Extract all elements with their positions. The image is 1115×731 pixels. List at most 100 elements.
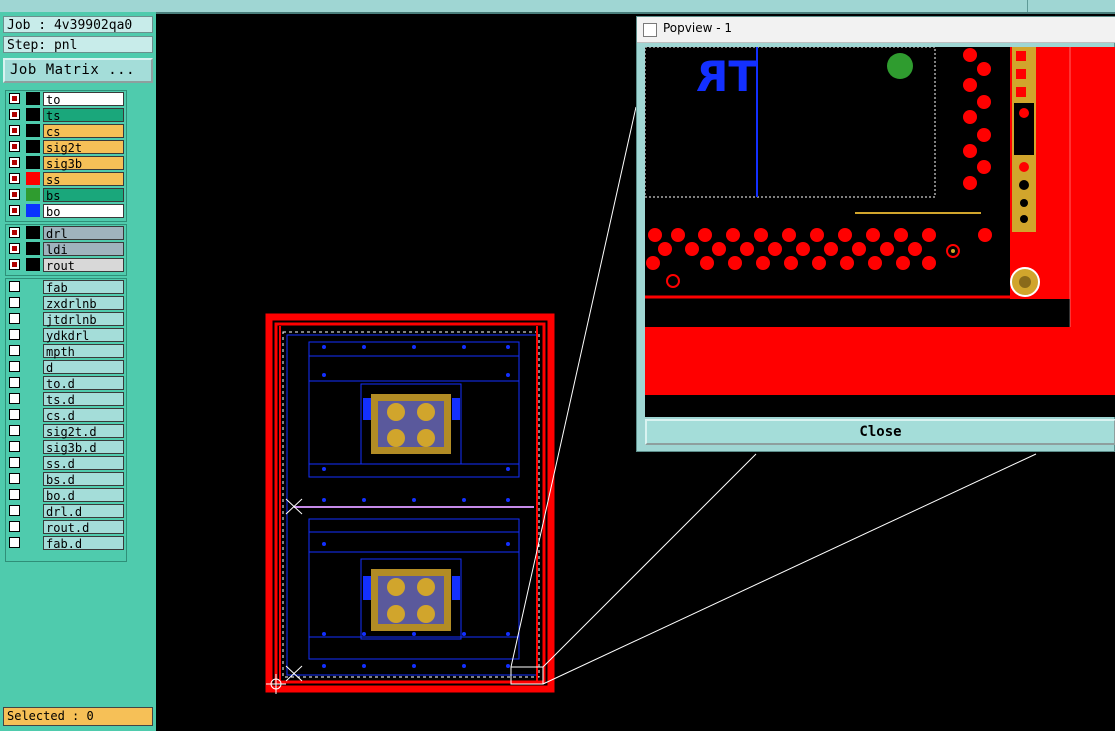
layer-color-swatch[interactable] xyxy=(26,188,40,201)
layer-name[interactable]: sig2t xyxy=(43,140,124,155)
layer-row-bo[interactable]: bo xyxy=(6,203,126,219)
layer-name[interactable]: bo.d xyxy=(43,488,124,503)
layer-name[interactable]: bo xyxy=(43,204,124,219)
layer-row-ts-d[interactable]: ts.d xyxy=(6,391,126,407)
layer-name[interactable]: sig3b xyxy=(43,156,124,171)
layer-name[interactable]: ts.d xyxy=(43,392,124,407)
layer-row-sig3b[interactable]: sig3b xyxy=(6,155,126,171)
layer-name[interactable]: to.d xyxy=(43,376,124,391)
layer-checkbox[interactable] xyxy=(9,141,20,152)
layer-color-swatch[interactable] xyxy=(26,536,40,549)
layer-row-cs-d[interactable]: cs.d xyxy=(6,407,126,423)
layer-color-swatch[interactable] xyxy=(26,360,40,373)
layer-name[interactable]: fab xyxy=(43,280,124,295)
layer-color-swatch[interactable] xyxy=(26,408,40,421)
popview-window[interactable]: Popview - 1 TR Close xyxy=(636,16,1115,452)
layer-color-swatch[interactable] xyxy=(26,280,40,293)
layer-checkbox[interactable] xyxy=(9,157,20,168)
layer-row-rout-d[interactable]: rout.d xyxy=(6,519,126,535)
layer-row-cs[interactable]: cs xyxy=(6,123,126,139)
layer-row-ss-d[interactable]: ss.d xyxy=(6,455,126,471)
layer-row-drl[interactable]: drl xyxy=(6,225,126,241)
layer-checkbox[interactable] xyxy=(9,521,20,532)
layer-color-swatch[interactable] xyxy=(26,92,40,105)
layer-color-swatch[interactable] xyxy=(26,520,40,533)
layer-checkbox[interactable] xyxy=(9,377,20,388)
layer-checkbox[interactable] xyxy=(9,489,20,500)
layer-checkbox[interactable] xyxy=(9,457,20,468)
popview-zoomed-view[interactable]: TR xyxy=(645,47,1115,417)
layer-checkbox[interactable] xyxy=(9,205,20,216)
layer-checkbox[interactable] xyxy=(9,93,20,104)
layer-color-swatch[interactable] xyxy=(26,328,40,341)
layer-color-swatch[interactable] xyxy=(26,488,40,501)
layer-color-swatch[interactable] xyxy=(26,258,40,271)
layer-name[interactable]: sig3b.d xyxy=(43,440,124,455)
layer-row-fab[interactable]: fab xyxy=(6,279,126,295)
layer-row-zxdrlnb[interactable]: zxdrlnb xyxy=(6,295,126,311)
layer-name[interactable]: ss.d xyxy=(43,456,124,471)
layer-checkbox[interactable] xyxy=(9,329,20,340)
close-button[interactable]: Close xyxy=(645,419,1115,445)
layer-row-to-d[interactable]: to.d xyxy=(6,375,126,391)
layer-name[interactable]: jtdrlnb xyxy=(43,312,124,327)
layer-row-ts[interactable]: ts xyxy=(6,107,126,123)
layer-color-swatch[interactable] xyxy=(26,242,40,255)
layer-color-swatch[interactable] xyxy=(26,108,40,121)
layer-name[interactable]: bs xyxy=(43,188,124,203)
layer-row-ss[interactable]: ss xyxy=(6,171,126,187)
layer-checkbox[interactable] xyxy=(9,125,20,136)
layer-color-swatch[interactable] xyxy=(26,344,40,357)
layer-checkbox[interactable] xyxy=(9,393,20,404)
layer-color-swatch[interactable] xyxy=(26,392,40,405)
layer-checkbox[interactable] xyxy=(9,313,20,324)
layer-checkbox[interactable] xyxy=(9,173,20,184)
layer-checkbox[interactable] xyxy=(9,409,20,420)
layer-row-jtdrlnb[interactable]: jtdrlnb xyxy=(6,311,126,327)
layer-color-swatch[interactable] xyxy=(26,140,40,153)
layer-color-swatch[interactable] xyxy=(26,156,40,169)
layer-name[interactable]: to xyxy=(43,92,124,107)
layer-name[interactable]: d xyxy=(43,360,124,375)
layer-row-bo-d[interactable]: bo.d xyxy=(6,487,126,503)
layer-name[interactable]: ldi xyxy=(43,242,124,257)
layer-name[interactable]: mpth xyxy=(43,344,124,359)
layer-row-ldi[interactable]: ldi xyxy=(6,241,126,257)
layer-row-d[interactable]: d xyxy=(6,359,126,375)
layer-row-to[interactable]: to xyxy=(6,91,126,107)
layer-name[interactable]: fab.d xyxy=(43,536,124,551)
layer-name[interactable]: sig2t.d xyxy=(43,424,124,439)
layer-color-swatch[interactable] xyxy=(26,440,40,453)
layer-checkbox[interactable] xyxy=(9,505,20,516)
layer-name[interactable]: drl xyxy=(43,226,124,241)
layer-row-fab-d[interactable]: fab.d xyxy=(6,535,126,551)
layer-checkbox[interactable] xyxy=(9,189,20,200)
layer-checkbox[interactable] xyxy=(9,227,20,238)
layer-checkbox[interactable] xyxy=(9,259,20,270)
layer-color-swatch[interactable] xyxy=(26,226,40,239)
layer-row-sig3b-d[interactable]: sig3b.d xyxy=(6,439,126,455)
layer-color-swatch[interactable] xyxy=(26,472,40,485)
layer-checkbox[interactable] xyxy=(9,109,20,120)
layer-name[interactable]: ydkdrl xyxy=(43,328,124,343)
layer-checkbox[interactable] xyxy=(9,361,20,372)
layer-color-swatch[interactable] xyxy=(26,456,40,469)
layer-name[interactable]: cs xyxy=(43,124,124,139)
layer-checkbox[interactable] xyxy=(9,345,20,356)
layer-row-ydkdrl[interactable]: ydkdrl xyxy=(6,327,126,343)
layer-name[interactable]: cs.d xyxy=(43,408,124,423)
layer-name[interactable]: drl.d xyxy=(43,504,124,519)
layer-name[interactable]: zxdrlnb xyxy=(43,296,124,311)
layer-name[interactable]: ss xyxy=(43,172,124,187)
layer-name[interactable]: bs.d xyxy=(43,472,124,487)
popview-titlebar[interactable]: Popview - 1 xyxy=(637,17,1115,43)
layer-color-swatch[interactable] xyxy=(26,424,40,437)
layer-row-bs[interactable]: bs xyxy=(6,187,126,203)
layer-row-rout[interactable]: rout xyxy=(6,257,126,273)
layer-color-swatch[interactable] xyxy=(26,312,40,325)
layer-row-drl-d[interactable]: drl.d xyxy=(6,503,126,519)
layer-checkbox[interactable] xyxy=(9,441,20,452)
layer-color-swatch[interactable] xyxy=(26,376,40,389)
layer-checkbox[interactable] xyxy=(9,537,20,548)
layer-color-swatch[interactable] xyxy=(26,296,40,309)
